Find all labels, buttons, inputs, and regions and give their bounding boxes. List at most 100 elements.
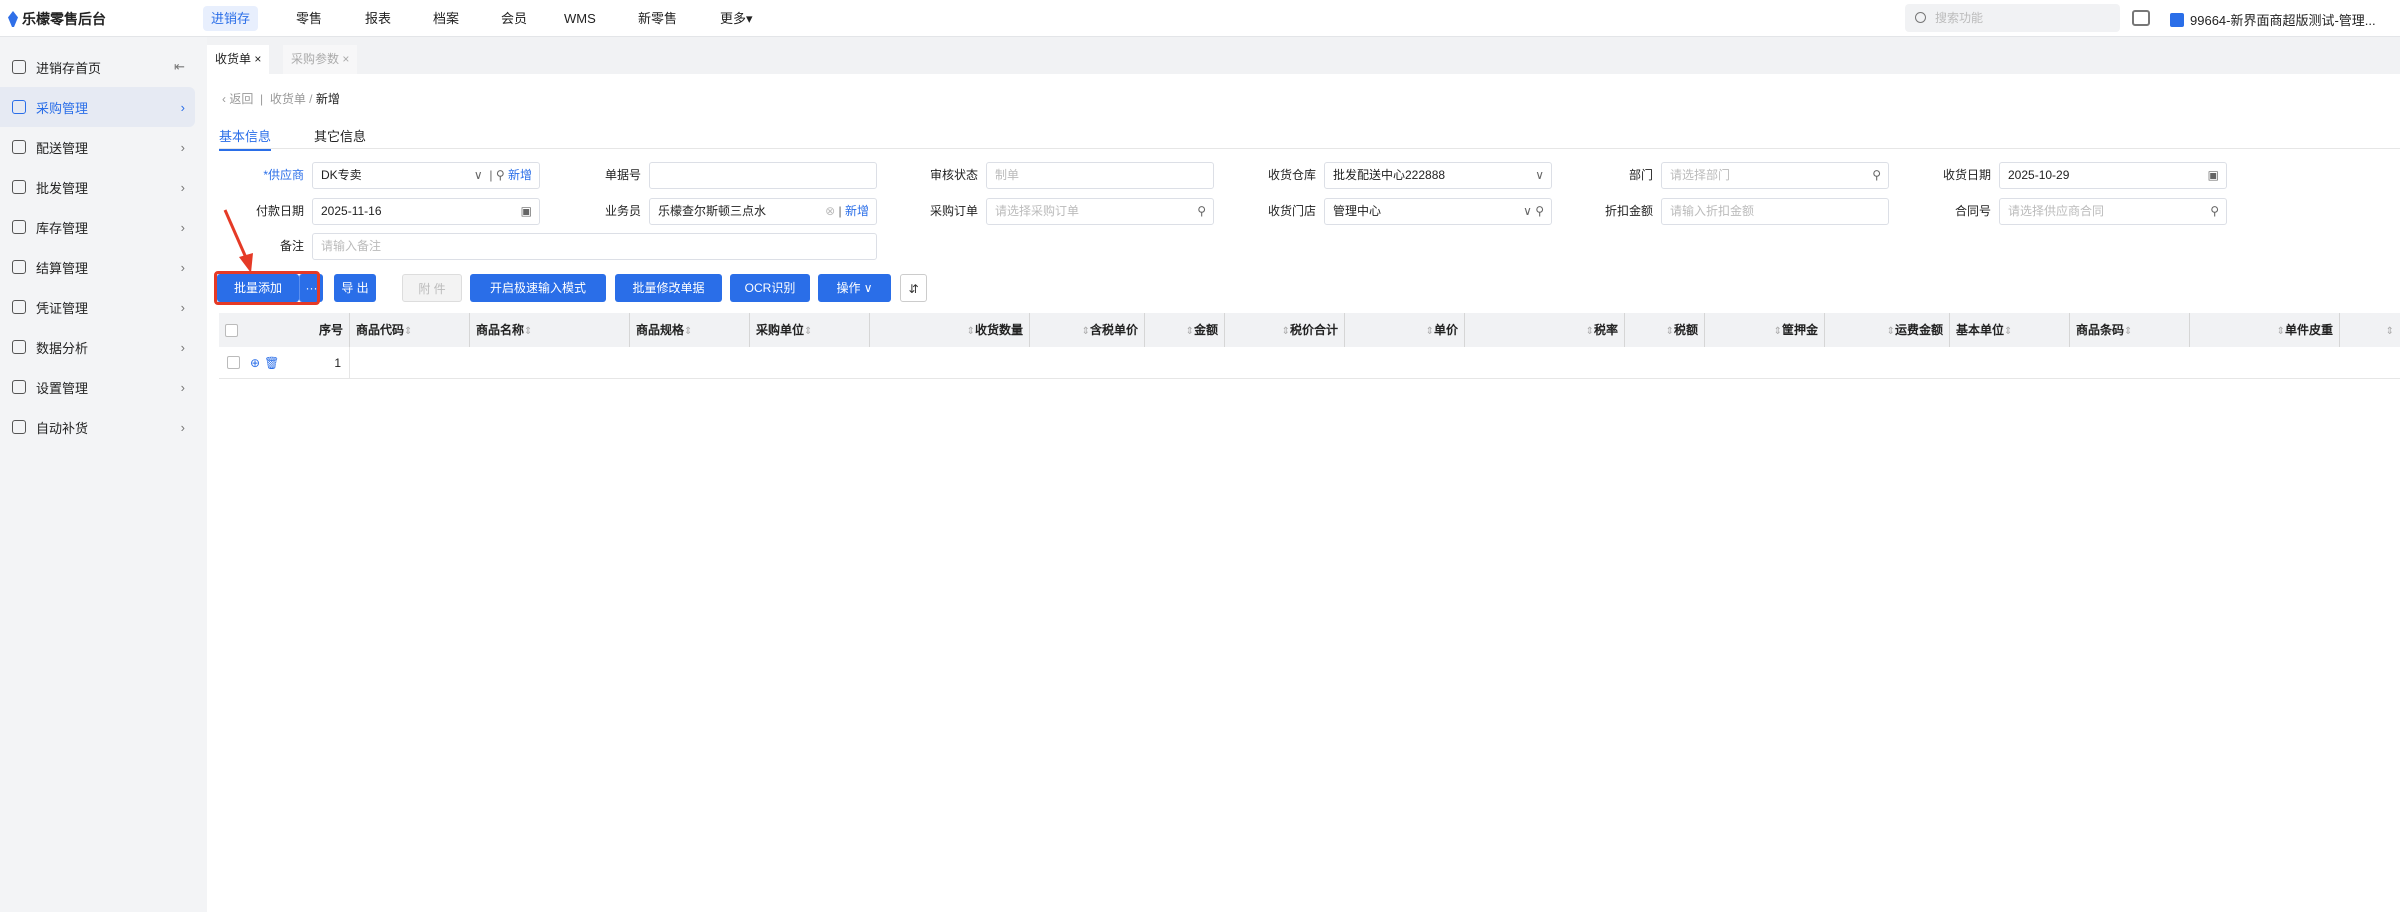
remark-input[interactable]: 请输入备注 — [312, 233, 877, 260]
dept-input[interactable]: 请选择部门 ⚲ — [1661, 162, 1889, 189]
ocr-button[interactable]: OCR识别 — [730, 274, 810, 302]
column-settings-button[interactable]: ⇵ — [900, 274, 927, 302]
calendar-icon: ▣ — [520, 204, 532, 218]
nav-inventory[interactable]: 进销存 — [203, 6, 259, 31]
column-header[interactable]: 商品条码⇕ — [2070, 313, 2190, 347]
column-header[interactable]: 序号 — [300, 313, 350, 347]
tab-receipt[interactable]: 收货单 × — [207, 45, 270, 74]
clear-icon[interactable]: ⊗ — [825, 204, 835, 218]
column-header[interactable]: ⇕筐押金 — [1705, 313, 1825, 347]
sidebar-item-stock[interactable]: 库存管理 › — [0, 207, 195, 247]
batch-edit-button[interactable]: 批量修改单据 — [615, 274, 722, 302]
supplier-select[interactable]: DK专卖 ∨ | ⚲ 新增 — [312, 162, 540, 189]
nav-reports[interactable]: 报表 — [357, 6, 399, 31]
row-checkbox[interactable] — [227, 356, 240, 369]
sort-icon[interactable]: ⇕ — [1586, 326, 1594, 337]
back-link[interactable]: ‹ 返回 — [222, 92, 253, 106]
sort-icon[interactable]: ⇕ — [1282, 326, 1290, 337]
recv-date-input[interactable]: 2025-10-29 ▣ — [1999, 162, 2227, 189]
attachment-button[interactable]: 附 件 — [402, 274, 462, 302]
app-logo[interactable]: 乐檬零售后台 — [8, 9, 106, 29]
breadcrumb-parent[interactable]: 收货单 — [270, 92, 306, 106]
dollar-icon — [12, 260, 26, 274]
divider — [219, 148, 2400, 149]
nav-new-retail[interactable]: 新零售 — [630, 6, 685, 31]
nav-retail[interactable]: 零售 — [288, 6, 330, 31]
collapse-icon[interactable]: ⇤ — [174, 59, 185, 75]
search-icon: ⚲ — [1197, 204, 1206, 218]
sidebar-item-analytics[interactable]: 数据分析 › — [0, 327, 195, 367]
operations-dropdown[interactable]: 操作 ∨ — [818, 274, 891, 302]
doc-no-input[interactable] — [649, 162, 877, 189]
user-menu[interactable]: 99664-新界面商超版测试-管理... — [2170, 10, 2376, 29]
column-header[interactable]: 商品代码⇕ — [350, 313, 470, 347]
sort-icon[interactable]: ⇕ — [2004, 326, 2012, 337]
gear-icon — [12, 380, 26, 394]
printer-icon[interactable] — [2132, 10, 2150, 26]
discount-input[interactable]: 请输入折扣金额 — [1661, 198, 1889, 225]
sort-icon[interactable]: ⇕ — [967, 326, 975, 337]
sort-icon[interactable]: ⇕ — [684, 326, 692, 337]
nav-more[interactable]: 更多▾ — [712, 6, 761, 31]
nav-wms[interactable]: WMS — [556, 6, 604, 31]
add-clerk-link[interactable]: 新增 — [845, 204, 869, 218]
trash-icon[interactable]: 🗑 — [264, 356, 279, 370]
sort-icon[interactable]: ⇕ — [1426, 326, 1434, 337]
column-header[interactable]: ⇕收货数量 — [870, 313, 1030, 347]
chevron-down-icon: ∨ — [473, 168, 483, 182]
column-header[interactable]: ⇕税额 — [1625, 313, 1705, 347]
clerk-select[interactable]: 乐檬查尔斯顿三点水 ⊗ | 新增 — [649, 198, 877, 225]
column-header[interactable]: ⇕单件皮重 — [2190, 313, 2340, 347]
sort-icon[interactable]: ⇕ — [1666, 326, 1674, 337]
sidebar-item-delivery[interactable]: 配送管理 › — [0, 127, 195, 167]
sort-icon[interactable]: ⇕ — [524, 326, 532, 337]
search-input[interactable]: 搜索功能 — [1905, 4, 2120, 32]
sidebar-item-replenish[interactable]: 自动补货 › — [0, 407, 195, 447]
warehouse-label: 收货仓库 — [1267, 168, 1316, 182]
column-header[interactable]: ⇕金额 — [1145, 313, 1225, 347]
fast-input-button[interactable]: 开启极速输入模式 — [470, 274, 606, 302]
sort-icon[interactable]: ⇕ — [1887, 326, 1895, 337]
contract-input[interactable]: 请选择供应商合同 ⚲ — [1999, 198, 2227, 225]
column-header[interactable]: ⇕运费金额 — [1825, 313, 1950, 347]
sidebar-item-purchase[interactable]: 采购管理 › — [0, 87, 195, 127]
column-header[interactable]: 基本单位⇕ — [1950, 313, 2070, 347]
chevron-right-icon: › — [180, 259, 185, 275]
sort-icon[interactable]: ⇕ — [2124, 326, 2132, 337]
column-header-extra[interactable]: ⇕ — [2340, 313, 2400, 347]
column-header[interactable]: 商品规格⇕ — [630, 313, 750, 347]
select-all-checkbox[interactable] — [225, 324, 238, 338]
nav-archive[interactable]: 档案 — [425, 6, 467, 31]
add-supplier-link[interactable]: 新增 — [508, 168, 532, 182]
sidebar-item-home[interactable]: 进销存首页 ⇤ — [0, 47, 195, 87]
column-header[interactable]: ⇕税价合计 — [1225, 313, 1345, 347]
column-header[interactable]: 商品名称⇕ — [470, 313, 630, 347]
tab-other-info[interactable]: 其它信息 — [314, 126, 366, 145]
pay-date-input[interactable]: 2025-11-16 ▣ — [312, 198, 540, 225]
sort-icon[interactable]: ⇕ — [2277, 326, 2285, 337]
nav-member[interactable]: 会员 — [493, 6, 535, 31]
column-header[interactable]: ⇕单价 — [1345, 313, 1465, 347]
store-select[interactable]: 管理中心 ∨ ⚲ — [1324, 198, 1552, 225]
po-input[interactable]: 请选择采购订单 ⚲ — [986, 198, 1214, 225]
search-icon: ⚲ — [2210, 204, 2219, 218]
po-label: 采购订单 — [929, 204, 978, 218]
sidebar-item-voucher[interactable]: 凭证管理 › — [0, 287, 195, 327]
tab-purchase-params[interactable]: 采购参数 × — [283, 45, 358, 74]
column-header[interactable]: ⇕含税单价 — [1030, 313, 1145, 347]
sort-icon[interactable]: ⇕ — [1186, 326, 1194, 337]
add-row-icon[interactable]: ⊕ — [250, 356, 260, 370]
sort-icon[interactable]: ⇕ — [404, 326, 412, 337]
sort-icon[interactable]: ⇕ — [1082, 326, 1090, 337]
sidebar-item-settings[interactable]: 设置管理 › — [0, 367, 195, 407]
sort-icon[interactable]: ⇕ — [1774, 326, 1782, 337]
sort-icon[interactable]: ⇕ — [804, 326, 812, 337]
sort-icon[interactable]: ⇕ — [2386, 326, 2394, 337]
export-button[interactable]: 导 出 — [334, 274, 376, 302]
sidebar-item-wholesale[interactable]: 批发管理 › — [0, 167, 195, 207]
sidebar-item-settlement[interactable]: 结算管理 › — [0, 247, 195, 287]
column-header[interactable]: 采购单位⇕ — [750, 313, 870, 347]
chevron-right-icon: › — [180, 219, 185, 235]
column-header[interactable]: ⇕税率 — [1465, 313, 1625, 347]
warehouse-select[interactable]: 批发配送中心222888 ∨ — [1324, 162, 1552, 189]
